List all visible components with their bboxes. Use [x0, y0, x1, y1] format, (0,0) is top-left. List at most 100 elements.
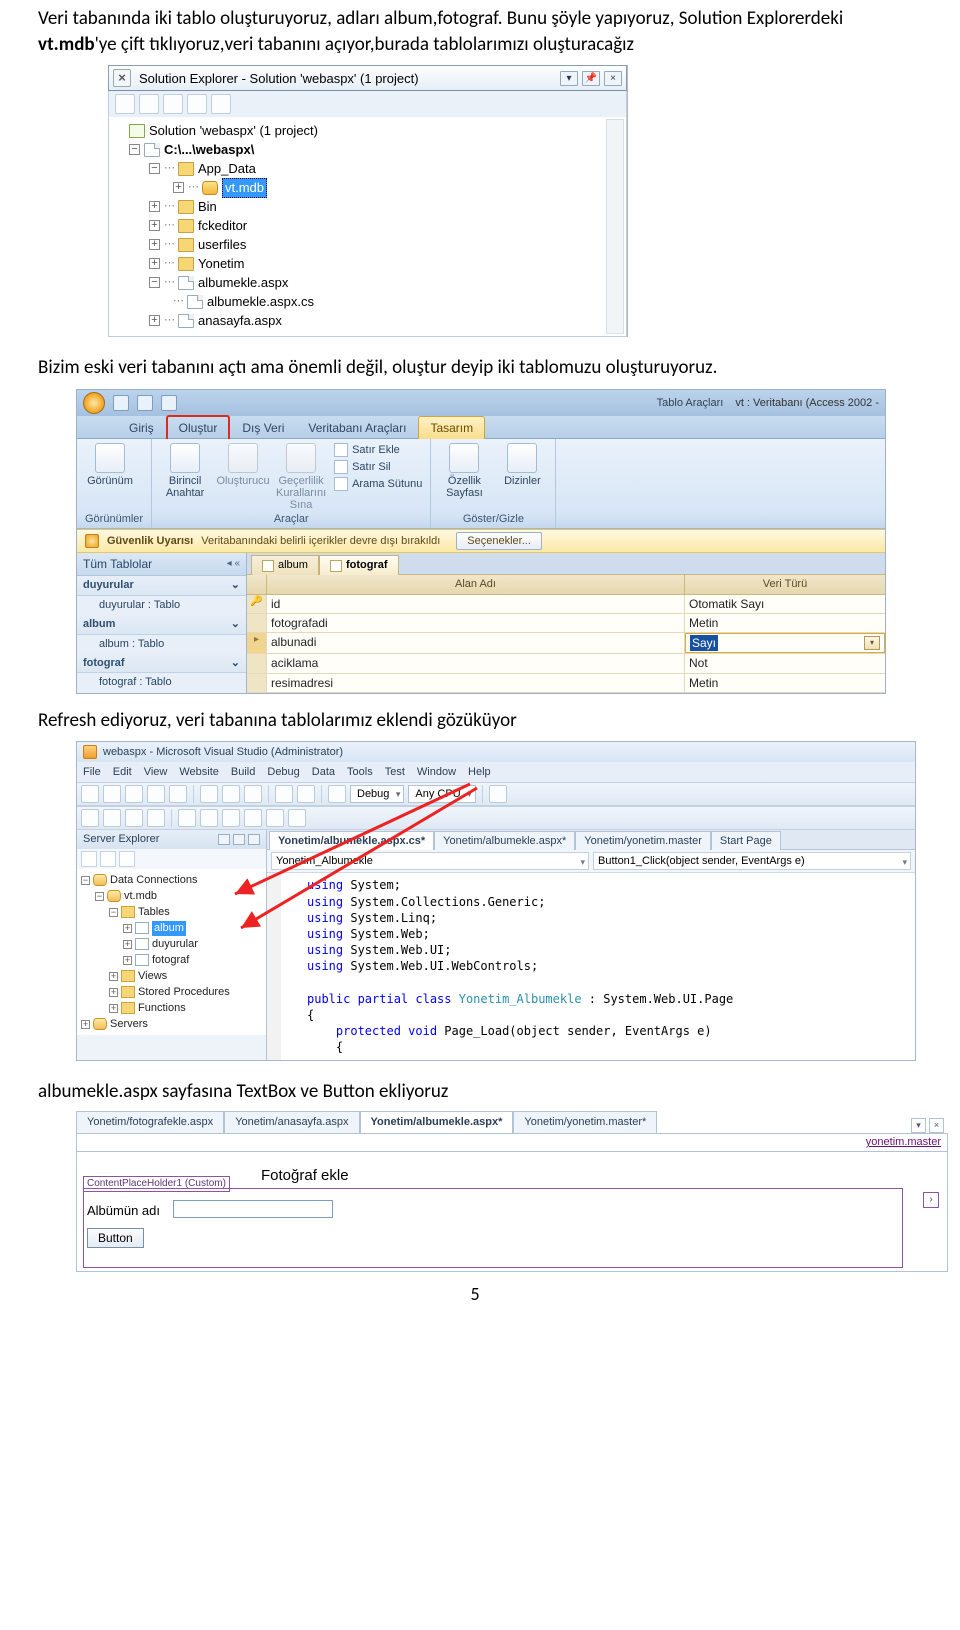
add-item-icon[interactable]	[103, 785, 121, 803]
start-debug-icon[interactable]	[328, 785, 346, 803]
master-page-path[interactable]: yonetim.master	[76, 1134, 948, 1152]
worktab-album[interactable]: album	[251, 555, 319, 575]
editor-tab[interactable]: Start Page	[711, 831, 781, 851]
gorunum-button[interactable]: Görünüm	[85, 443, 135, 487]
refresh-icon[interactable]	[81, 851, 97, 867]
platform-dropdown[interactable]: Any CPU	[408, 785, 475, 803]
field-row[interactable]: ▸albunadiSayı▾	[247, 633, 885, 654]
editor-tab[interactable]: Yonetim/albumekle.aspx*	[434, 831, 575, 851]
designer-tab[interactable]: Yonetim/fotografekle.aspx	[76, 1111, 224, 1133]
menu-data[interactable]: Data	[312, 765, 335, 780]
gecerlilik-button[interactable]: Geçerlilik Kurallarını Sına	[276, 443, 326, 511]
satir-sil-button[interactable]: Satır Sil	[334, 460, 422, 475]
menu-edit[interactable]: Edit	[113, 765, 132, 780]
designer-canvas[interactable]: Fotoğraf ekle ContentPlaceHolder1 (Custo…	[76, 1152, 948, 1272]
fckeditor-node[interactable]: +⋯fckeditor	[115, 216, 626, 235]
tables-node[interactable]: −Tables	[81, 904, 264, 920]
designer-tab[interactable]: Yonetim/albumekle.aspx*	[360, 1111, 514, 1133]
menu-view[interactable]: View	[144, 765, 168, 780]
menu-test[interactable]: Test	[385, 765, 405, 780]
appdata-node[interactable]: −⋯App_Data	[115, 159, 626, 178]
paste-icon[interactable]	[244, 785, 262, 803]
tool-icon[interactable]	[244, 809, 262, 827]
expand-icon[interactable]: +	[149, 220, 160, 231]
datatype-dropdown-icon[interactable]: ▾	[864, 636, 880, 650]
stored-procedures-node[interactable]: +Stored Procedures	[81, 984, 264, 1000]
tool-icon[interactable]	[178, 809, 196, 827]
userfiles-node[interactable]: +⋯userfiles	[115, 235, 626, 254]
album-table-node[interactable]: +album	[81, 920, 264, 936]
office-button-icon[interactable]	[83, 392, 105, 414]
close-panel-icon[interactable]: ×	[604, 71, 622, 86]
menu-help[interactable]: Help	[468, 765, 491, 780]
menu-tools[interactable]: Tools	[347, 765, 373, 780]
smarttag-icon[interactable]: ›	[923, 1192, 939, 1208]
anasayfa-aspx-node[interactable]: +⋯anasayfa.aspx	[115, 311, 626, 330]
yonetim-node[interactable]: +⋯Yonetim	[115, 254, 626, 273]
field-row[interactable]: fotografadiMetin	[247, 614, 885, 633]
nav-group-album[interactable]: album⌄	[77, 615, 246, 635]
scroll-down-icon[interactable]: ▾	[609, 317, 623, 333]
method-dropdown[interactable]: Button1_Click(object sender, EventArgs e…	[593, 852, 911, 870]
tab-vt-araclari[interactable]: Veritabanı Araçları	[296, 416, 418, 439]
nav-item-duyurular[interactable]: duyurular : Tablo	[77, 596, 246, 615]
undo-icon[interactable]	[275, 785, 293, 803]
tab-olustur[interactable]: Oluştur	[166, 415, 231, 439]
dropdown-icon[interactable]: ▾	[911, 1118, 926, 1133]
dizinler-button[interactable]: Dizinler	[497, 443, 547, 487]
field-row[interactable]: 🔑idOtomatik Sayı	[247, 595, 885, 614]
vtmdb-node[interactable]: +⋯vt.mdb	[115, 178, 626, 197]
refresh-icon[interactable]	[139, 94, 159, 114]
functions-node[interactable]: +Functions	[81, 1000, 264, 1016]
find-icon[interactable]	[489, 785, 507, 803]
nest-icon[interactable]	[163, 94, 183, 114]
bin-node[interactable]: +⋯Bin	[115, 197, 626, 216]
pin-icon[interactable]: 📌	[582, 71, 600, 86]
menu-build[interactable]: Build	[231, 765, 255, 780]
save-icon[interactable]	[147, 785, 165, 803]
tool-icon[interactable]	[288, 809, 306, 827]
editor-tab[interactable]: Yonetim/albumekle.aspx.cs*	[269, 831, 434, 851]
open-file-icon[interactable]	[125, 785, 143, 803]
dropdown-icon[interactable]: ▾	[560, 71, 578, 86]
tool-icon[interactable]	[147, 809, 165, 827]
save-all-icon[interactable]	[169, 785, 187, 803]
albumekle-aspx-node[interactable]: −⋯albumekle.aspx	[115, 273, 626, 292]
menu-website[interactable]: Website	[179, 765, 219, 780]
submit-button[interactable]: Button	[87, 1228, 144, 1248]
designer-tab[interactable]: Yonetim/yonetim.master*	[513, 1111, 657, 1133]
tool-icon[interactable]	[103, 809, 121, 827]
close-icon[interactable]	[248, 834, 260, 845]
tab-disveri[interactable]: Dış Veri	[230, 416, 296, 439]
birincil-anahtar-button[interactable]: Birincil Anahtar	[160, 443, 210, 499]
tab-tasarim[interactable]: Tasarım	[418, 416, 485, 439]
servers-node[interactable]: +Servers	[81, 1016, 264, 1032]
scroll-up-icon[interactable]: ▴	[609, 120, 623, 136]
expand-icon[interactable]: +	[149, 315, 160, 326]
options-button[interactable]: Seçenekler...	[456, 532, 542, 551]
collapse-icon[interactable]: −	[149, 163, 160, 174]
field-row[interactable]: resimadresiMetin	[247, 674, 885, 693]
fotograf-table-node[interactable]: +fotograf	[81, 952, 264, 968]
solution-node[interactable]: Solution 'webaspx' (1 project)	[115, 121, 626, 140]
tool-icon[interactable]	[81, 809, 99, 827]
config-dropdown[interactable]: Debug	[350, 785, 404, 803]
field-row[interactable]: aciklamaNot	[247, 654, 885, 673]
nav-item-album[interactable]: album : Tablo	[77, 635, 246, 654]
expand-icon[interactable]: +	[173, 182, 184, 193]
nav-item-fotograf[interactable]: fotograf : Tablo	[77, 673, 246, 692]
menu-file[interactable]: File	[83, 765, 101, 780]
views-node[interactable]: +Views	[81, 968, 264, 984]
arama-sutunu-button[interactable]: Arama Sütunu	[334, 477, 422, 492]
nav-group-duyurular[interactable]: duyurular⌄	[77, 576, 246, 596]
expand-icon[interactable]: +	[149, 201, 160, 212]
close-icon[interactable]: ×	[113, 69, 131, 87]
tool-icon[interactable]	[125, 809, 143, 827]
satir-ekle-button[interactable]: Satır Ekle	[334, 443, 422, 458]
properties-icon[interactable]	[115, 94, 135, 114]
copy-icon[interactable]	[222, 785, 240, 803]
vtmdb-connection-node[interactable]: −vt.mdb	[81, 888, 264, 904]
navpane-collapse-icon[interactable]: ◂ «	[227, 557, 240, 571]
new-project-icon[interactable]	[81, 785, 99, 803]
redo-icon[interactable]	[161, 395, 177, 411]
